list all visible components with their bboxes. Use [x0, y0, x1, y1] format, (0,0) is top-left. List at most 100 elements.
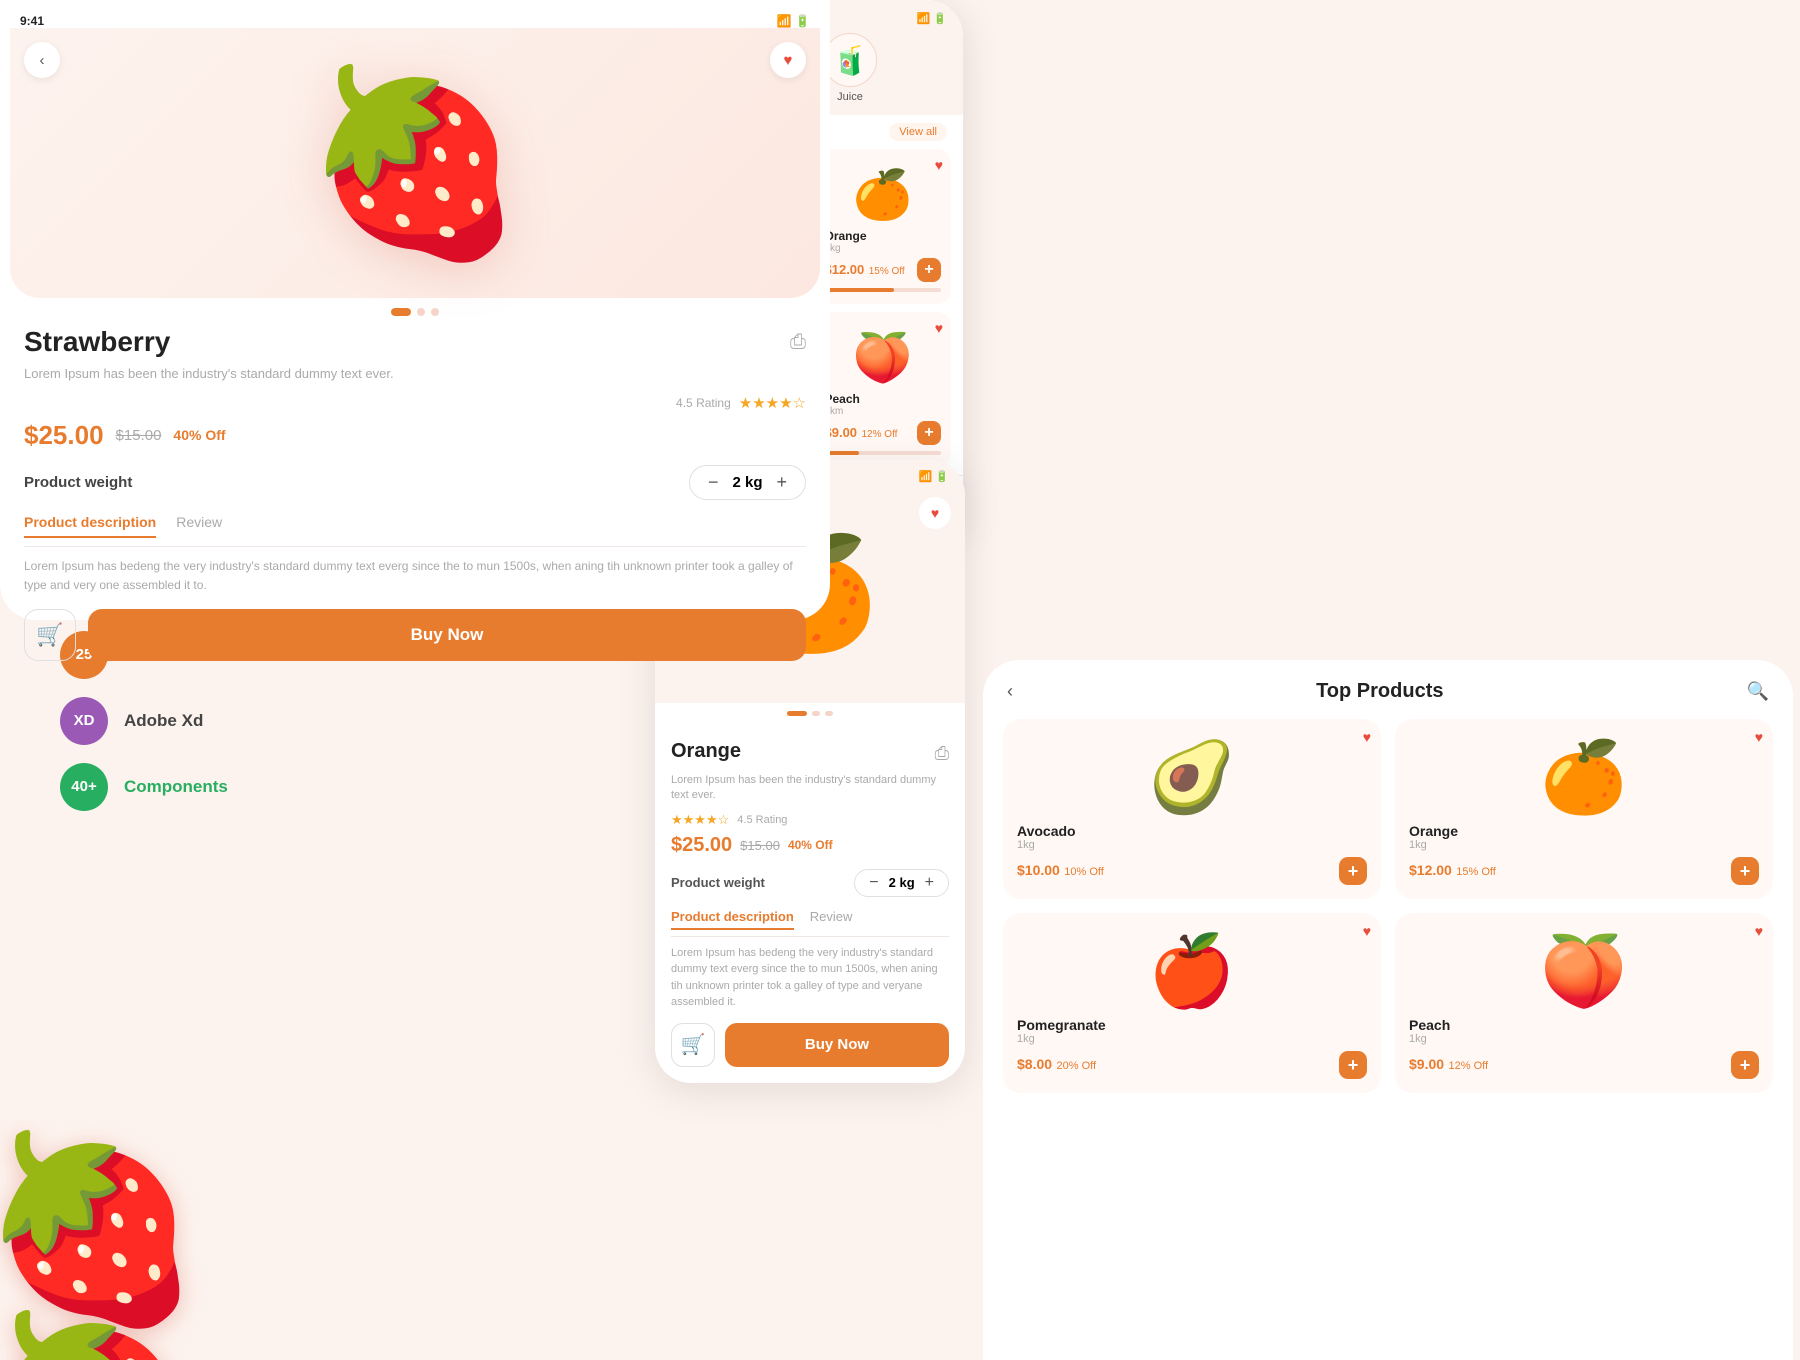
- orange-stars: ★★★★☆: [671, 812, 729, 828]
- peach-discount: 12% Off: [862, 429, 898, 440]
- sd-description-text: Lorem Ipsum has bedeng the very industry…: [24, 557, 806, 595]
- phone2-heart-btn[interactable]: ♥: [919, 497, 951, 529]
- phone1-signal: 📶 🔋: [917, 12, 947, 25]
- sd-price-old: $15.00: [116, 427, 162, 444]
- tab-description[interactable]: Product description: [671, 909, 794, 930]
- tp-back-btn[interactable]: ‹: [1007, 681, 1013, 702]
- tp-peach[interactable]: ♥ 🍑 Peach 1kg $9.00 12% Off +: [1395, 913, 1773, 1093]
- tp-pomegranate-heart: ♥: [1363, 923, 1371, 939]
- share-icon[interactable]: ⎙: [935, 743, 949, 764]
- tp-orange[interactable]: ♥ 🍊 Orange 1kg $12.00 15% Off +: [1395, 719, 1773, 899]
- tp-peach-name: Peach: [1409, 1017, 1759, 1033]
- orange-progress-fill: [825, 288, 895, 292]
- view-all-btn[interactable]: View all: [889, 123, 947, 141]
- tp-pomegranate-off: 20% Off: [1057, 1060, 1097, 1072]
- sd-fruit-emoji: 🍓: [303, 58, 527, 269]
- sd-product-desc: Lorem Ipsum has been the industry's stan…: [24, 364, 806, 384]
- sd-buy-now-btn[interactable]: Buy Now: [88, 609, 806, 661]
- peach-progress-bar: [825, 451, 942, 455]
- orange-weight-label: Product weight: [671, 875, 765, 890]
- orange-name: Orange: [825, 229, 942, 243]
- sd-title-row: Strawberry ⎙: [24, 326, 806, 358]
- tp-avocado[interactable]: ♥ 🥑 Avocado 1kg $10.00 10% Off +: [1003, 719, 1381, 899]
- sd-dot-2: [431, 308, 439, 316]
- tp-pomegranate-price: $8.00: [1017, 1056, 1052, 1072]
- orange-price-off: 40% Off: [788, 838, 833, 852]
- orange-img: 🍊: [825, 159, 942, 229]
- phone2-info: Orange ⎙ Lorem Ipsum has been the indust…: [655, 724, 965, 1083]
- sd-signal: 📶 🔋: [777, 14, 810, 28]
- weight-minus-btn[interactable]: −: [869, 874, 878, 892]
- sd-tab-review[interactable]: Review: [176, 514, 222, 538]
- cat-juice-label: Juice: [837, 91, 863, 103]
- orange-price-info: $12.00 15% Off: [825, 261, 905, 279]
- slide-dot-2: [825, 711, 833, 716]
- orange-product-title: Orange: [671, 740, 741, 763]
- sd-weight-label: Product weight: [24, 474, 132, 491]
- sd-back-btn[interactable]: ‹: [24, 42, 60, 78]
- sd-info-section: Strawberry ⎙ Lorem Ipsum has been the in…: [0, 326, 830, 677]
- sd-share-icon[interactable]: ⎙: [790, 331, 806, 354]
- tp-peach-heart: ♥: [1755, 923, 1763, 939]
- tp-avocado-price: $10.00: [1017, 862, 1060, 878]
- tp-peach-add[interactable]: +: [1731, 1051, 1759, 1079]
- peach-heart-icon: ♥: [935, 320, 943, 336]
- tab-review[interactable]: Review: [810, 909, 853, 930]
- sd-tab-description[interactable]: Product description: [24, 514, 156, 538]
- sd-fruit-area: ‹ ♥ 🍓: [10, 28, 820, 298]
- orange-rating-row: ★★★★☆ 4.5 Rating: [671, 812, 949, 828]
- orange-buy-now-btn[interactable]: Buy Now: [725, 1023, 949, 1067]
- tp-orange-price-row: $12.00 15% Off +: [1409, 857, 1759, 885]
- peach-add-btn[interactable]: +: [917, 421, 941, 445]
- tp-title: Top Products: [1316, 680, 1443, 703]
- peach-img: 🍑: [825, 322, 942, 392]
- slide-dot-active: [787, 711, 807, 716]
- weight-plus-btn[interactable]: +: [925, 874, 934, 892]
- orange-price-row-lg: $25.00 $15.00 40% Off: [671, 834, 949, 857]
- tp-search-icon[interactable]: 🔍: [1747, 681, 1769, 702]
- sd-time: 9:41: [20, 14, 44, 28]
- orange-cart-btn[interactable]: 🛒: [671, 1023, 715, 1067]
- tp-avocado-weight: 1kg: [1017, 839, 1367, 851]
- orange-add-btn[interactable]: +: [917, 258, 941, 282]
- tp-avocado-heart: ♥: [1363, 729, 1371, 745]
- orange-weight: 1kg: [825, 243, 942, 254]
- orange-progress-bar: [825, 288, 942, 292]
- sd-weight-minus[interactable]: −: [708, 472, 719, 493]
- sd-dot-1: [417, 308, 425, 316]
- tp-peach-off: 12% Off: [1449, 1060, 1489, 1072]
- tp-orange-price: $12.00: [1409, 862, 1452, 878]
- tp-peach-img: 🍑: [1409, 927, 1759, 1017]
- tp-peach-weight: 1kg: [1409, 1033, 1759, 1045]
- tp-pomegranate[interactable]: ♥ 🍎 Pomegranate 1kg $8.00 20% Off +: [1003, 913, 1381, 1093]
- top-products-panel: ‹ Top Products 🔍 ♥ 🥑 Avocado 1kg $10.00 …: [983, 660, 1793, 1360]
- tp-pomegranate-name: Pomegranate: [1017, 1017, 1367, 1033]
- sd-weight-plus[interactable]: +: [776, 472, 787, 493]
- tp-peach-price-info: $9.00 12% Off: [1409, 1056, 1488, 1074]
- sd-heart-btn[interactable]: ♥: [770, 42, 806, 78]
- phone2-signal: 📶 🔋: [919, 470, 949, 483]
- peach-price-info: $9.00 12% Off: [825, 424, 898, 442]
- tp-avocado-price-row: $10.00 10% Off +: [1017, 857, 1367, 885]
- product-orange[interactable]: ♥ 🍊 Orange 1kg $12.00 15% Off +: [815, 149, 952, 304]
- tp-orange-add[interactable]: +: [1731, 857, 1759, 885]
- components-badge: 40+: [60, 763, 108, 811]
- tp-orange-weight: 1kg: [1409, 839, 1759, 851]
- sd-product-title: Strawberry: [24, 326, 170, 358]
- orange-weight-control: − 2 kg +: [854, 869, 949, 897]
- tp-orange-heart: ♥: [1755, 729, 1763, 745]
- sd-price: $25.00: [24, 420, 104, 451]
- tp-orange-price-info: $12.00 15% Off: [1409, 862, 1496, 880]
- juice-icon-wrap: 🧃: [823, 33, 877, 87]
- sd-weight-control: − 2 kg +: [689, 465, 806, 500]
- sd-cart-btn[interactable]: 🛒: [24, 609, 76, 661]
- product-peach[interactable]: ♥ 🍑 Peach 1km $9.00 12% Off +: [815, 312, 952, 467]
- orange-description-text: Lorem Ipsum has bedeng the very industry…: [671, 945, 949, 1011]
- tp-header: ‹ Top Products 🔍: [1003, 680, 1773, 703]
- stat-components: 40+ Components: [60, 763, 600, 811]
- tp-avocado-add[interactable]: +: [1339, 857, 1367, 885]
- peach-weight: 1km: [825, 406, 942, 417]
- orange-buy-row: 🛒 Buy Now: [671, 1023, 949, 1067]
- orange-rating-label: 4.5 Rating: [737, 814, 787, 826]
- tp-pomegranate-add[interactable]: +: [1339, 1051, 1367, 1079]
